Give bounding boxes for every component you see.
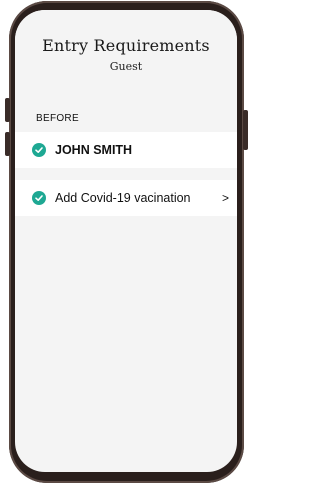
phone-screen: Entry Requirements Guest BEFORE JOHN SMI… — [15, 10, 237, 472]
page-title: Entry Requirements — [42, 36, 210, 55]
page-subtitle: Guest — [109, 60, 143, 73]
volume-up-button — [5, 98, 10, 122]
check-circle-icon — [32, 191, 46, 205]
check-circle-icon — [32, 143, 46, 157]
guest-name: JOHN SMITH — [55, 143, 133, 157]
guest-row-john-smith[interactable]: JOHN SMITH — [15, 132, 237, 168]
header: Entry Requirements Guest — [15, 10, 237, 105]
section-label-before: BEFORE — [36, 113, 79, 124]
add-covid-vaccination-row[interactable]: Add Covid-19 vacination > — [15, 180, 237, 216]
chevron-right-icon[interactable]: > — [222, 191, 229, 205]
add-covid-vaccination-label: Add Covid-19 vacination — [55, 191, 191, 205]
volume-down-button — [5, 132, 10, 156]
power-button — [243, 110, 248, 150]
